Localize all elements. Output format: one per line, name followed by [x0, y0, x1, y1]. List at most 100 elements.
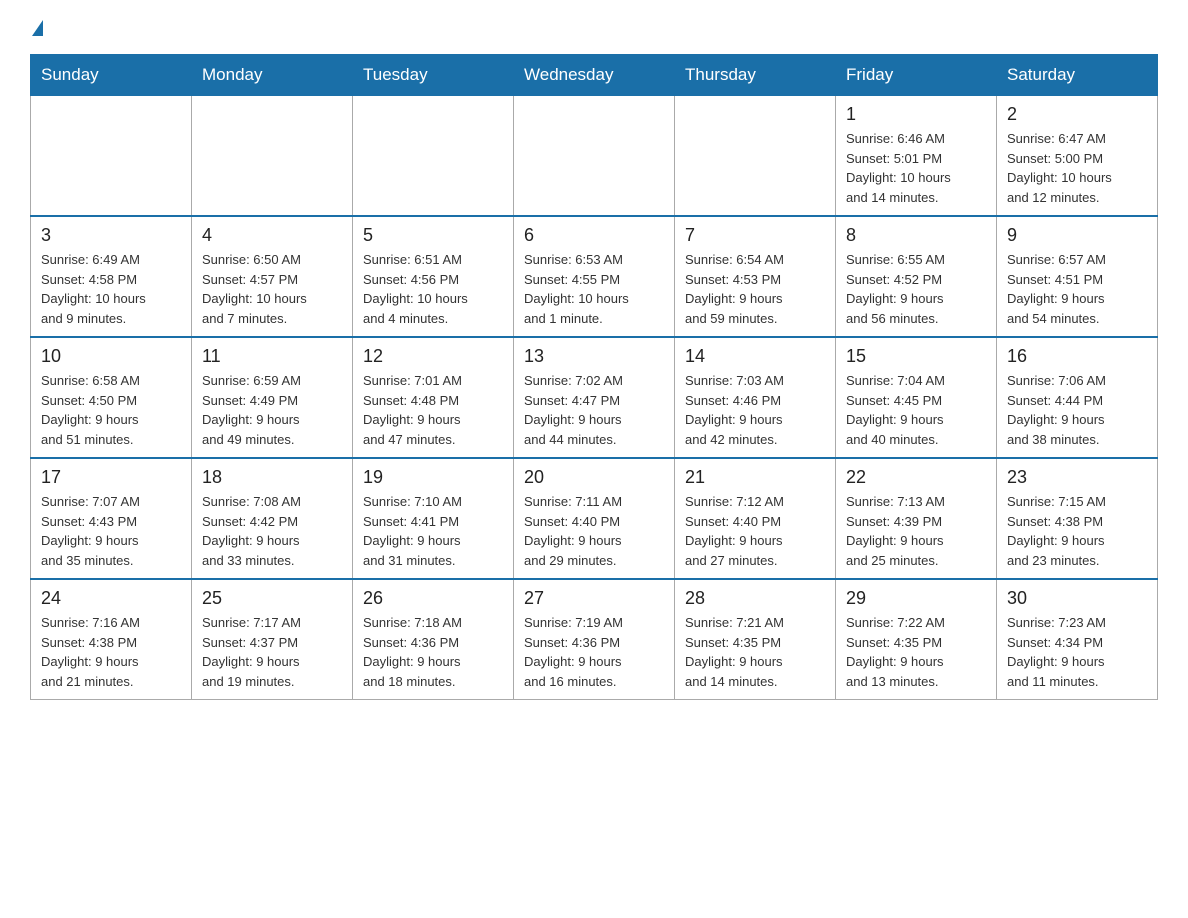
day-number: 30	[1007, 588, 1147, 609]
calendar-cell: 26Sunrise: 7:18 AM Sunset: 4:36 PM Dayli…	[353, 579, 514, 700]
calendar-week-row-1: 3 Sunrise: 6:49 AM Sunset: 4:58 PM Daylig…	[31, 216, 1158, 337]
day-info: Sunrise: 6:53 AM Sunset: 4:55 PM Dayligh…	[524, 250, 664, 328]
logo	[30, 20, 43, 34]
calendar-cell: 16Sunrise: 7:06 AM Sunset: 4:44 PM Dayli…	[997, 337, 1158, 458]
day-info: Sunrise: 7:01 AM Sunset: 4:48 PM Dayligh…	[363, 371, 503, 449]
day-info: Sunrise: 7:21 AM Sunset: 4:35 PM Dayligh…	[685, 613, 825, 691]
day-number: 6	[524, 225, 664, 246]
calendar-cell: 20Sunrise: 7:11 AM Sunset: 4:40 PM Dayli…	[514, 458, 675, 579]
calendar-cell: 27 Sunrise: 7:19 AM Sunset: 4:36 PM Dayli…	[514, 579, 675, 700]
day-info: Sunrise: 6:59 AM Sunset: 4:49 PM Dayligh…	[202, 371, 342, 449]
calendar-cell: 12 Sunrise: 7:01 AM Sunset: 4:48 PM Dayli…	[353, 337, 514, 458]
weekday-header-tuesday: Tuesday	[353, 55, 514, 96]
day-info: Sunrise: 7:15 AM Sunset: 4:38 PM Dayligh…	[1007, 492, 1147, 570]
weekday-header-wednesday: Wednesday	[514, 55, 675, 96]
calendar-cell: 11 Sunrise: 6:59 AM Sunset: 4:49 PM Dayli…	[192, 337, 353, 458]
day-info: Sunrise: 7:08 AM Sunset: 4:42 PM Dayligh…	[202, 492, 342, 570]
day-number: 17	[41, 467, 181, 488]
day-info: Sunrise: 7:03 AM Sunset: 4:46 PM Dayligh…	[685, 371, 825, 449]
day-info: Sunrise: 7:11 AM Sunset: 4:40 PM Dayligh…	[524, 492, 664, 570]
day-number: 9	[1007, 225, 1147, 246]
day-info: Sunrise: 6:50 AM Sunset: 4:57 PM Dayligh…	[202, 250, 342, 328]
weekday-header-saturday: Saturday	[997, 55, 1158, 96]
day-info: Sunrise: 6:54 AM Sunset: 4:53 PM Dayligh…	[685, 250, 825, 328]
day-number: 14	[685, 346, 825, 367]
calendar-cell: 29Sunrise: 7:22 AM Sunset: 4:35 PM Dayli…	[836, 579, 997, 700]
calendar-week-row-3: 17 Sunrise: 7:07 AM Sunset: 4:43 PM Dayli…	[31, 458, 1158, 579]
weekday-header-monday: Monday	[192, 55, 353, 96]
day-info: Sunrise: 6:47 AM Sunset: 5:00 PM Dayligh…	[1007, 129, 1147, 207]
calendar-cell	[514, 96, 675, 217]
day-number: 27	[524, 588, 664, 609]
calendar-cell: 14 Sunrise: 7:03 AM Sunset: 4:46 PM Dayli…	[675, 337, 836, 458]
day-info: Sunrise: 7:19 AM Sunset: 4:36 PM Dayligh…	[524, 613, 664, 691]
calendar-cell: 8Sunrise: 6:55 AM Sunset: 4:52 PM Daylig…	[836, 216, 997, 337]
calendar-cell: 30 Sunrise: 7:23 AM Sunset: 4:34 PM Dayli…	[997, 579, 1158, 700]
calendar-cell: 18 Sunrise: 7:08 AM Sunset: 4:42 PM Dayli…	[192, 458, 353, 579]
day-number: 19	[363, 467, 503, 488]
calendar-cell	[192, 96, 353, 217]
day-info: Sunrise: 7:13 AM Sunset: 4:39 PM Dayligh…	[846, 492, 986, 570]
calendar-cell: 9 Sunrise: 6:57 AM Sunset: 4:51 PM Daylig…	[997, 216, 1158, 337]
calendar-cell: 23 Sunrise: 7:15 AM Sunset: 4:38 PM Dayli…	[997, 458, 1158, 579]
day-number: 29	[846, 588, 986, 609]
calendar-cell: 10 Sunrise: 6:58 AM Sunset: 4:50 PM Dayli…	[31, 337, 192, 458]
calendar-cell: 1 Sunrise: 6:46 AM Sunset: 5:01 PM Daylig…	[836, 96, 997, 217]
day-number: 22	[846, 467, 986, 488]
calendar-cell: 5Sunrise: 6:51 AM Sunset: 4:56 PM Daylig…	[353, 216, 514, 337]
day-number: 4	[202, 225, 342, 246]
day-number: 8	[846, 225, 986, 246]
logo-triangle-icon	[32, 20, 43, 36]
day-info: Sunrise: 7:10 AM Sunset: 4:41 PM Dayligh…	[363, 492, 503, 570]
day-number: 28	[685, 588, 825, 609]
calendar-cell: 15 Sunrise: 7:04 AM Sunset: 4:45 PM Dayli…	[836, 337, 997, 458]
day-number: 16	[1007, 346, 1147, 367]
weekday-header-row: SundayMondayTuesdayWednesdayThursdayFrid…	[31, 55, 1158, 96]
calendar-cell: 21Sunrise: 7:12 AM Sunset: 4:40 PM Dayli…	[675, 458, 836, 579]
day-info: Sunrise: 6:46 AM Sunset: 5:01 PM Dayligh…	[846, 129, 986, 207]
calendar-cell	[31, 96, 192, 217]
calendar-week-row-2: 10 Sunrise: 6:58 AM Sunset: 4:50 PM Dayli…	[31, 337, 1158, 458]
calendar-week-row-4: 24Sunrise: 7:16 AM Sunset: 4:38 PM Dayli…	[31, 579, 1158, 700]
calendar-cell: 7 Sunrise: 6:54 AM Sunset: 4:53 PM Daylig…	[675, 216, 836, 337]
day-number: 18	[202, 467, 342, 488]
day-number: 3	[41, 225, 181, 246]
day-number: 12	[363, 346, 503, 367]
calendar-week-row-0: 1 Sunrise: 6:46 AM Sunset: 5:01 PM Daylig…	[31, 96, 1158, 217]
calendar-cell: 4 Sunrise: 6:50 AM Sunset: 4:57 PM Daylig…	[192, 216, 353, 337]
day-info: Sunrise: 7:02 AM Sunset: 4:47 PM Dayligh…	[524, 371, 664, 449]
calendar-cell: 17 Sunrise: 7:07 AM Sunset: 4:43 PM Dayli…	[31, 458, 192, 579]
calendar-cell: 22 Sunrise: 7:13 AM Sunset: 4:39 PM Dayli…	[836, 458, 997, 579]
day-info: Sunrise: 7:07 AM Sunset: 4:43 PM Dayligh…	[41, 492, 181, 570]
calendar-cell: 13 Sunrise: 7:02 AM Sunset: 4:47 PM Dayli…	[514, 337, 675, 458]
day-number: 13	[524, 346, 664, 367]
day-number: 15	[846, 346, 986, 367]
day-info: Sunrise: 7:04 AM Sunset: 4:45 PM Dayligh…	[846, 371, 986, 449]
weekday-header-thursday: Thursday	[675, 55, 836, 96]
day-number: 10	[41, 346, 181, 367]
day-number: 11	[202, 346, 342, 367]
day-info: Sunrise: 6:57 AM Sunset: 4:51 PM Dayligh…	[1007, 250, 1147, 328]
calendar-cell	[675, 96, 836, 217]
day-number: 24	[41, 588, 181, 609]
day-info: Sunrise: 7:18 AM Sunset: 4:36 PM Dayligh…	[363, 613, 503, 691]
calendar-cell: 25 Sunrise: 7:17 AM Sunset: 4:37 PM Dayli…	[192, 579, 353, 700]
day-info: Sunrise: 7:17 AM Sunset: 4:37 PM Dayligh…	[202, 613, 342, 691]
calendar-cell	[353, 96, 514, 217]
day-number: 7	[685, 225, 825, 246]
day-number: 2	[1007, 104, 1147, 125]
day-number: 23	[1007, 467, 1147, 488]
day-info: Sunrise: 7:12 AM Sunset: 4:40 PM Dayligh…	[685, 492, 825, 570]
day-info: Sunrise: 6:58 AM Sunset: 4:50 PM Dayligh…	[41, 371, 181, 449]
day-info: Sunrise: 6:49 AM Sunset: 4:58 PM Dayligh…	[41, 250, 181, 328]
day-info: Sunrise: 7:23 AM Sunset: 4:34 PM Dayligh…	[1007, 613, 1147, 691]
page-header	[30, 20, 1158, 34]
calendar-cell: 6 Sunrise: 6:53 AM Sunset: 4:55 PM Daylig…	[514, 216, 675, 337]
calendar-cell: 24Sunrise: 7:16 AM Sunset: 4:38 PM Dayli…	[31, 579, 192, 700]
calendar-cell: 2 Sunrise: 6:47 AM Sunset: 5:00 PM Daylig…	[997, 96, 1158, 217]
day-number: 25	[202, 588, 342, 609]
day-number: 1	[846, 104, 986, 125]
day-number: 5	[363, 225, 503, 246]
calendar-cell: 19 Sunrise: 7:10 AM Sunset: 4:41 PM Dayli…	[353, 458, 514, 579]
weekday-header-friday: Friday	[836, 55, 997, 96]
